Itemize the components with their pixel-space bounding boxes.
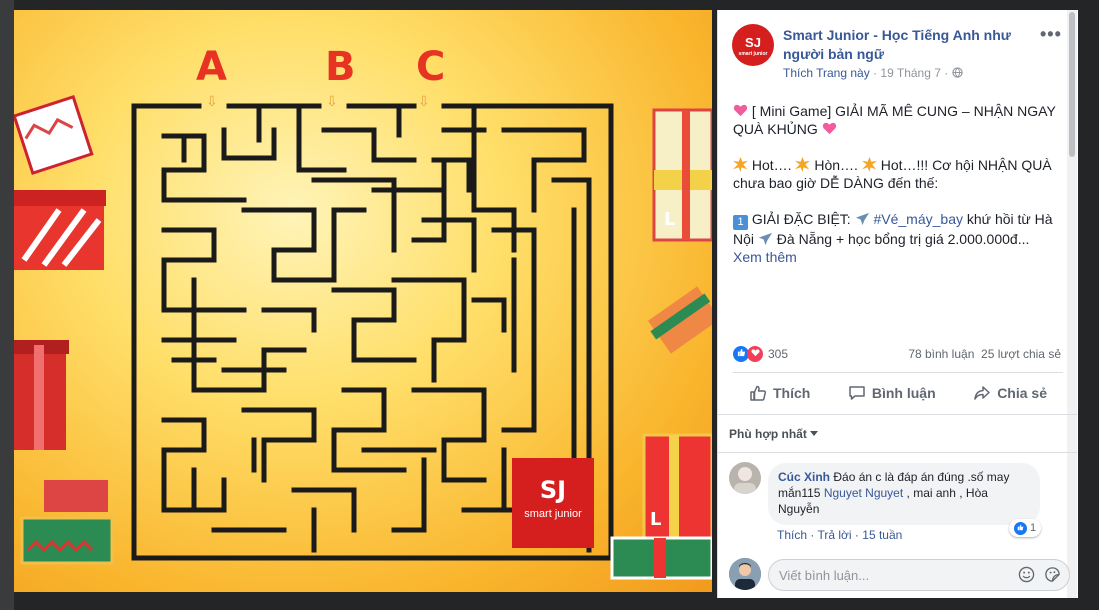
share-button-label: Chia sẻ	[997, 385, 1047, 401]
explosion-icon	[861, 157, 877, 172]
maze-arrow-c-icon: ⇩	[418, 94, 430, 110]
post-text-p2a: Hot….	[751, 157, 796, 173]
airplane-icon	[855, 212, 869, 226]
chevron-down-icon	[810, 431, 819, 436]
post-text-p2b: Hòn….	[814, 157, 862, 173]
engagement-counts: 78 bình luận 25 lượt chia sẻ	[850, 347, 1061, 361]
explosion-icon	[733, 157, 748, 172]
share-button[interactable]: Chia sẻ	[957, 380, 1063, 406]
heart-sparkle-icon	[733, 104, 748, 117]
thumbs-up-icon	[750, 385, 767, 401]
comment-age[interactable]: 15 tuần	[862, 528, 902, 542]
comment-input[interactable]	[769, 560, 1009, 590]
comment-like-badge[interactable]: 1	[1009, 519, 1042, 537]
comment-actions: Thích · Trả lời · 15 tuần	[777, 528, 902, 542]
like-reaction-icon	[1014, 521, 1027, 535]
love-reaction-icon	[747, 346, 763, 362]
heart-sparkle-icon	[822, 122, 836, 135]
post-text-p3c: Đà Nẵng + học bổng trị giá 2.000.000đ...	[776, 231, 1030, 247]
sticker-icon[interactable]	[1044, 566, 1061, 583]
svg-text:L: L	[650, 509, 661, 530]
logo-mark: SJ	[539, 476, 567, 504]
comments-count-link[interactable]: 78 bình luận	[908, 347, 974, 361]
page-avatar[interactable]: SJ smart junior	[732, 24, 774, 66]
more-icon[interactable]: •••	[1040, 24, 1062, 45]
current-user-avatar[interactable]	[729, 558, 761, 590]
globe-icon	[951, 67, 963, 78]
comment-bubble: Cúc Xinh Đáo án c là đáp án đúng .số may…	[768, 463, 1040, 525]
hashtag-link[interactable]: #Vé_máy_bay	[873, 211, 963, 227]
comment-action-separator: ·	[810, 528, 815, 542]
see-more-link[interactable]: Xem thêm	[733, 248, 1063, 266]
logo-text: smart junior	[524, 508, 582, 520]
gift-label-L: L	[664, 209, 675, 230]
divider	[733, 372, 1063, 373]
comment-mention-link[interactable]: Nguyet Nguyet	[824, 486, 903, 500]
post-date[interactable]: 19 Tháng 7	[880, 66, 941, 80]
commenter-avatar[interactable]	[729, 462, 761, 494]
share-icon	[974, 386, 990, 400]
like-button[interactable]: Thích	[733, 380, 826, 406]
comment-like-link[interactable]: Thích	[777, 528, 807, 542]
maze-arrow-a-icon: ⇩	[206, 94, 218, 110]
reaction-count: 305	[768, 347, 789, 361]
meta-separator-2: ·	[944, 66, 949, 80]
comment-like-count: 1	[1030, 522, 1037, 534]
comment-action-separator-2: ·	[854, 528, 859, 542]
airplane-icon	[758, 232, 772, 246]
maze-drawing: L L	[14, 94, 712, 580]
post-paragraph-1: [ Mini Game] GIẢI MÃ MÊ CUNG – NHẬN NGAY…	[733, 102, 1063, 138]
shares-count-link[interactable]: 25 lượt chia sẻ	[981, 347, 1061, 361]
explosion-icon	[795, 157, 811, 172]
comment-button[interactable]: Bình luận	[832, 380, 952, 406]
maze-letter-a: A	[196, 44, 227, 90]
like-button-label: Thích	[773, 385, 811, 401]
post-paragraph-2: Hot…. Hòn…. Hot…!!! Cơ hội NHẬN QUÀ chưa…	[733, 156, 1063, 192]
post-body: [ Mini Game] GIẢI MÃ MÊ CUNG – NHẬN NGAY…	[733, 102, 1063, 266]
post-paragraph-3: 1 GIẢI ĐẶC BIỆT: #Vé_máy_bay khứ hồi từ …	[733, 210, 1063, 248]
comment-author-link[interactable]: Cúc Xinh	[778, 470, 830, 484]
like-page-link[interactable]: Thích Trang này	[783, 66, 870, 80]
emoji-icon[interactable]	[1018, 566, 1035, 583]
page-name-link[interactable]: Smart Junior - Học Tiếng Anh như người b…	[783, 26, 1028, 64]
post-photo[interactable]: L L A B C ⇩ ⇩ ⇩ SJ smart junior	[14, 10, 712, 592]
sort-label: Phù hợp nhất	[729, 427, 807, 441]
comment-sort-dropdown[interactable]: Phù hợp nhất	[729, 427, 819, 441]
maze-letter-c: C	[416, 44, 446, 90]
comment-icon	[849, 386, 865, 400]
post-text-p3a: GIẢI ĐẶC BIỆT:	[751, 211, 855, 227]
meta-separator: ·	[873, 66, 878, 80]
reaction-summary[interactable]: 305	[733, 346, 788, 362]
comment-reply-link[interactable]: Trả lời	[817, 528, 851, 542]
post-actions: Thích Bình luận Chia sẻ	[733, 380, 1063, 406]
backdrop-left-edge	[0, 0, 14, 610]
smart-junior-logo: SJ smart junior	[512, 458, 594, 548]
maze-letter-b: B	[325, 44, 356, 90]
keycap-one-icon: 1	[733, 215, 748, 230]
sidebar-scrollbar-thumb[interactable]	[1069, 12, 1075, 157]
divider	[717, 414, 1077, 415]
post-text-p1: [ Mini Game] GIẢI MÃ MÊ CUNG – NHẬN NGAY…	[733, 103, 1056, 137]
maze-arrow-b-icon: ⇩	[326, 94, 338, 110]
post-meta: Thích Trang này · 19 Tháng 7 ·	[783, 66, 963, 80]
divider	[717, 452, 1077, 453]
comment-button-label: Bình luận	[871, 385, 936, 401]
